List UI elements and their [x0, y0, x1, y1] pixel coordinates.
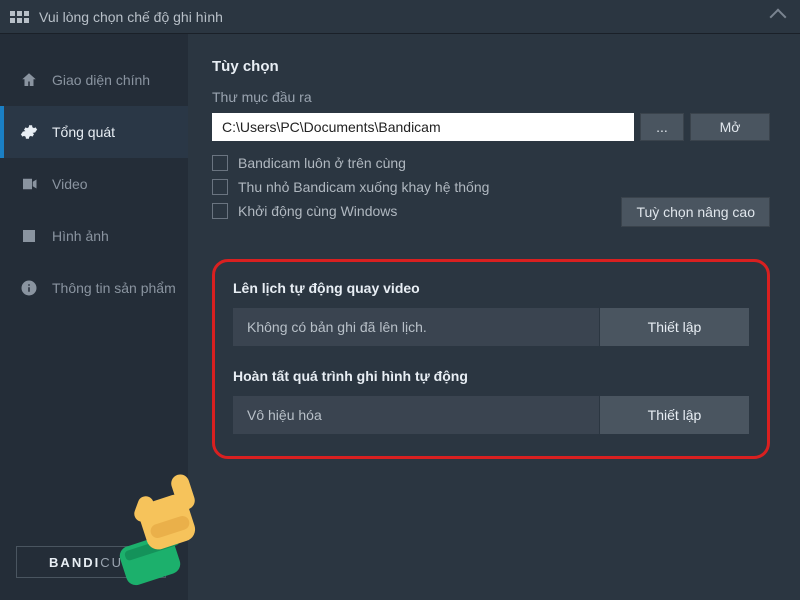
home-icon — [20, 71, 38, 89]
sidebar-item-label: Video — [52, 176, 88, 192]
main-layout: Giao diện chính Tổng quát Video Hình ảnh — [0, 34, 800, 600]
sidebar-item-label: Thông tin sản phẩm — [52, 280, 176, 296]
autocomplete-setup-button[interactable]: Thiết lập — [599, 396, 749, 434]
sidebar-item-label: Tổng quát — [52, 124, 115, 140]
checkbox-label: Thu nhỏ Bandicam xuống khay hệ thống — [238, 179, 489, 195]
schedule-setup-button[interactable]: Thiết lập — [599, 308, 749, 346]
checkbox-icon — [212, 203, 228, 219]
autocomplete-status-row: Vô hiệu hóa Thiết lập — [233, 396, 749, 434]
schedule-title: Lên lịch tự động quay video — [233, 280, 749, 296]
info-icon — [20, 279, 38, 297]
image-icon — [20, 227, 38, 245]
checkbox-icon — [212, 179, 228, 195]
schedule-status-text: Không có bản ghi đã lên lịch. — [233, 308, 599, 346]
gear-icon — [20, 123, 38, 141]
output-path-row: ... Mở — [212, 113, 770, 141]
sidebar-item-video[interactable]: Video — [0, 158, 188, 210]
checkbox-label: Bandicam luôn ở trên cùng — [238, 155, 406, 171]
sidebar: Giao diện chính Tổng quát Video Hình ảnh — [0, 34, 188, 600]
highlight-box: Lên lịch tự động quay video Không có bản… — [212, 259, 770, 459]
checkbox-icon — [212, 155, 228, 171]
checkbox-always-on-top[interactable]: Bandicam luôn ở trên cùng — [212, 155, 770, 171]
sidebar-item-about[interactable]: Thông tin sản phẩm — [0, 262, 188, 314]
schedule-section: Lên lịch tự động quay video Không có bản… — [233, 280, 749, 346]
schedule-status-row: Không có bản ghi đã lên lịch. Thiết lập — [233, 308, 749, 346]
titlebar-text: Vui lòng chọn chế độ ghi hình — [39, 9, 223, 25]
titlebar: Vui lòng chọn chế độ ghi hình — [0, 0, 800, 34]
checkbox-minimize-to-tray[interactable]: Thu nhỏ Bandicam xuống khay hệ thống — [212, 179, 770, 195]
checkbox-label: Khởi động cùng Windows — [238, 203, 397, 219]
content-panel: Tùy chọn Thư mục đầu ra ... Mở Bandicam … — [188, 34, 800, 600]
open-folder-button[interactable]: Mở — [690, 113, 770, 141]
advanced-options-button[interactable]: Tuỳ chọn nâng cao — [621, 197, 770, 227]
autocomplete-status-text: Vô hiệu hóa — [233, 396, 599, 434]
autocomplete-section: Hoàn tất quá trình ghi hình tự động Vô h… — [233, 368, 749, 434]
apps-icon[interactable] — [10, 11, 29, 23]
sidebar-item-image[interactable]: Hình ảnh — [0, 210, 188, 262]
output-path-input[interactable] — [212, 113, 634, 141]
browse-button[interactable]: ... — [640, 113, 684, 141]
sidebar-item-home[interactable]: Giao diện chính — [0, 54, 188, 106]
sidebar-item-general[interactable]: Tổng quát — [0, 106, 188, 158]
sidebar-item-label: Giao diện chính — [52, 72, 150, 88]
options-title: Tùy chọn — [212, 58, 770, 75]
output-folder-label: Thư mục đầu ra — [212, 89, 770, 105]
chevron-up-icon[interactable] — [770, 8, 787, 25]
video-icon — [20, 175, 38, 193]
sidebar-item-label: Hình ảnh — [52, 228, 109, 244]
autocomplete-title: Hoàn tất quá trình ghi hình tự động — [233, 368, 749, 384]
